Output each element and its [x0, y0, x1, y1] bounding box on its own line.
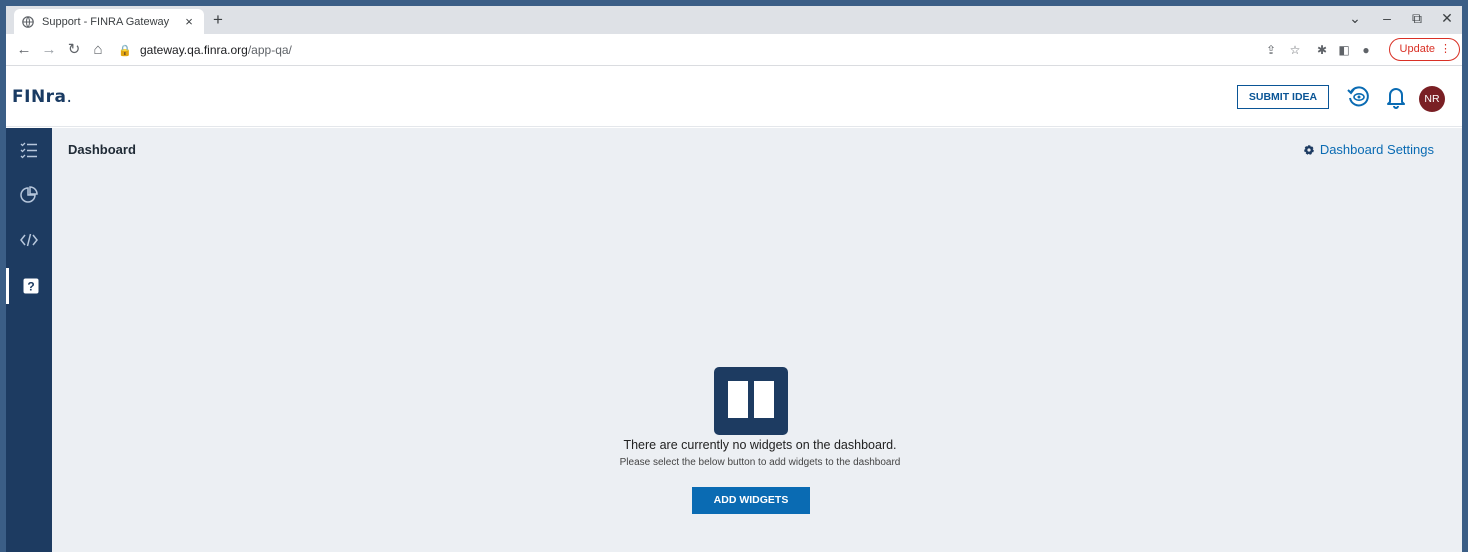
submit-idea-button[interactable]: SUBMIT IDEA [1237, 85, 1329, 109]
url-path: /app-qa/ [247, 43, 292, 57]
update-button[interactable]: Update ⋮ [1388, 38, 1460, 61]
sidebar-item-checklist[interactable] [6, 132, 52, 168]
empty-dashboard-icon [714, 367, 788, 435]
svg-text:?: ? [27, 280, 34, 294]
address-bar[interactable]: 🔒 gateway.qa.finra.org/app-qa/ [118, 39, 1248, 61]
tab-strip: Support - FINRA Gateway × + ⌄ – ⧉ ✕ [6, 6, 1462, 34]
dashboard-settings-link[interactable]: Dashboard Settings [1303, 142, 1434, 157]
gear-icon [1304, 144, 1314, 155]
close-window-icon[interactable]: ✕ [1436, 10, 1458, 26]
sidebar: ? [6, 128, 52, 552]
empty-icon-pane-right [754, 381, 774, 418]
page-title: Dashboard [68, 142, 136, 157]
kebab-menu-icon: ⋮ [1440, 43, 1451, 55]
browser-toolbar: ← → ↻ ⌂ 🔒 gateway.qa.finra.org/app-qa/ ⇪… [6, 34, 1462, 66]
tab-search-icon[interactable]: ⌄ [1344, 10, 1366, 26]
home-icon[interactable]: ⌂ [88, 40, 108, 60]
avatar[interactable]: NR [1419, 86, 1445, 112]
tab-close-icon[interactable]: × [182, 14, 196, 29]
bookmark-star-icon[interactable]: ☆ [1287, 42, 1303, 58]
history-eye-icon[interactable] [1346, 84, 1372, 110]
side-panel-icon[interactable]: ◧ [1336, 42, 1352, 58]
empty-icon-pane-left [728, 381, 748, 418]
pie-chart-icon [20, 186, 38, 203]
forward-icon[interactable]: → [39, 40, 59, 60]
back-icon[interactable]: ← [14, 40, 34, 60]
bell-icon[interactable] [1383, 84, 1409, 110]
extensions-icon[interactable]: ✱ [1314, 42, 1330, 58]
help-icon: ? [23, 278, 38, 294]
logo-dot: . [66, 87, 73, 107]
app-header: FINra. SUBMIT IDEA NR [6, 67, 1462, 127]
globe-icon [22, 15, 34, 28]
checklist-icon [20, 142, 37, 159]
logo-text: FINra [12, 87, 67, 107]
update-label: Update [1399, 43, 1435, 55]
browser-tab[interactable]: Support - FINRA Gateway × [14, 9, 204, 34]
restore-icon[interactable]: ⧉ [1406, 10, 1428, 26]
new-tab-button[interactable]: + [208, 11, 228, 29]
code-icon [20, 233, 38, 247]
sidebar-item-analytics[interactable] [6, 177, 52, 213]
tab-title: Support - FINRA Gateway [42, 15, 170, 28]
url-host: gateway.qa.finra.org [140, 43, 248, 57]
browser-window: Support - FINRA Gateway × + ⌄ – ⧉ ✕ ← → … [0, 0, 1468, 552]
sidebar-item-help[interactable]: ? [6, 268, 52, 304]
add-widgets-button[interactable]: ADD WIDGETS [692, 487, 810, 514]
profile-icon[interactable]: ● [1358, 42, 1374, 58]
empty-state-title: There are currently no widgets on the da… [623, 438, 897, 452]
sidebar-item-developer[interactable] [6, 222, 52, 258]
lock-icon: 🔒 [118, 44, 132, 57]
main-content: Dashboard Dashboard Settings There are c… [52, 128, 1462, 552]
minimize-icon[interactable]: – [1376, 10, 1398, 26]
dashboard-settings-label: Dashboard Settings [1319, 142, 1434, 157]
share-icon[interactable]: ⇪ [1263, 42, 1279, 58]
empty-state-subtitle: Please select the below button to add wi… [619, 457, 901, 468]
reload-icon[interactable]: ↻ [64, 40, 84, 60]
finra-logo[interactable]: FINra. [12, 87, 72, 107]
